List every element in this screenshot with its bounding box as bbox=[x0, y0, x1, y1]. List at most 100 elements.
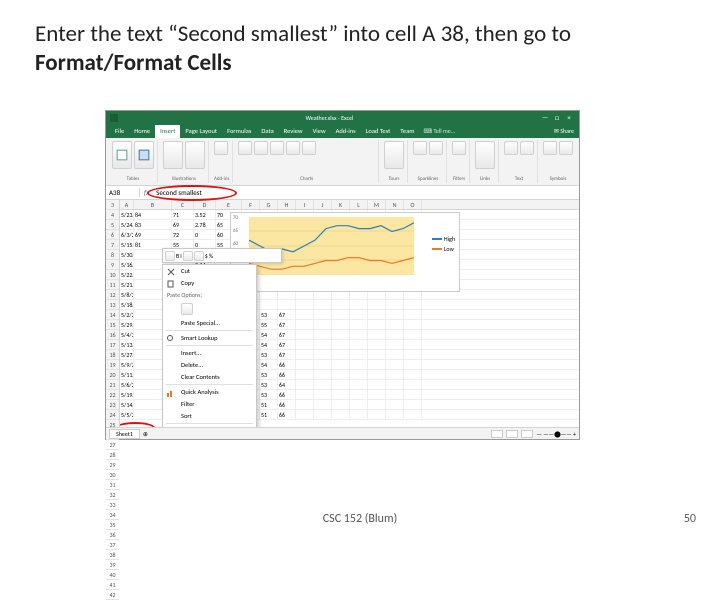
cell[interactable] bbox=[350, 350, 368, 359]
col-header[interactable]: C bbox=[172, 200, 194, 209]
cell[interactable] bbox=[296, 390, 314, 399]
col-header[interactable]: L bbox=[350, 200, 368, 209]
cell[interactable] bbox=[386, 310, 404, 319]
tab-team[interactable]: Team bbox=[395, 125, 419, 138]
cell[interactable] bbox=[296, 300, 314, 309]
row-header[interactable]: 24 bbox=[106, 410, 119, 420]
cell[interactable] bbox=[332, 380, 350, 389]
col-header[interactable]: B bbox=[134, 200, 172, 209]
cell[interactable]: 53 bbox=[260, 350, 278, 359]
cell[interactable] bbox=[404, 370, 422, 379]
col-header[interactable]: K bbox=[332, 200, 350, 209]
ctx-filter[interactable]: Filter bbox=[163, 398, 256, 410]
cell[interactable]: 5/2/2 bbox=[120, 310, 134, 319]
shapes-icon[interactable] bbox=[185, 141, 205, 169]
cell[interactable] bbox=[314, 330, 332, 339]
row-header[interactable]: 42 bbox=[106, 590, 119, 600]
row-header[interactable]: 3 bbox=[106, 200, 119, 210]
col-header[interactable]: D bbox=[194, 200, 216, 209]
page-break-button[interactable] bbox=[521, 430, 533, 438]
cell[interactable] bbox=[386, 340, 404, 349]
cell[interactable] bbox=[314, 300, 332, 309]
row-header[interactable]: 16 bbox=[106, 330, 119, 340]
ctx-delete[interactable]: Delete... bbox=[163, 359, 256, 371]
cell[interactable]: 54 bbox=[260, 360, 278, 369]
cell[interactable] bbox=[386, 410, 404, 419]
cell[interactable] bbox=[332, 300, 350, 309]
cell[interactable] bbox=[296, 310, 314, 319]
fx-icon[interactable]: fx bbox=[140, 188, 153, 197]
cell[interactable] bbox=[332, 410, 350, 419]
tab-review[interactable]: Review bbox=[279, 125, 308, 138]
cell[interactable] bbox=[296, 350, 314, 359]
col-header[interactable]: M bbox=[368, 200, 386, 209]
cell[interactable] bbox=[368, 340, 386, 349]
cell[interactable]: 69 bbox=[134, 230, 172, 239]
mini-currency[interactable]: $ bbox=[205, 252, 208, 260]
cell[interactable]: 5/5/2 bbox=[120, 410, 134, 419]
row-header[interactable]: 13 bbox=[106, 300, 119, 310]
row-header[interactable]: 36 bbox=[106, 530, 119, 540]
row-header[interactable]: 6 bbox=[106, 230, 119, 240]
cell[interactable]: 72 bbox=[172, 230, 194, 239]
tab-page-layout[interactable]: Page Layout bbox=[180, 125, 222, 138]
mini-toolbar[interactable]: B I $ % bbox=[162, 248, 282, 263]
cell[interactable] bbox=[332, 310, 350, 319]
cell[interactable] bbox=[350, 320, 368, 329]
sheet-tab[interactable]: Sheet1 bbox=[109, 429, 140, 439]
formula-input[interactable]: Second smallest bbox=[153, 188, 579, 197]
cell[interactable] bbox=[368, 400, 386, 409]
tab-data[interactable]: Data bbox=[256, 125, 278, 138]
table-icon[interactable] bbox=[134, 141, 154, 169]
cell[interactable] bbox=[404, 390, 422, 399]
cell[interactable] bbox=[350, 410, 368, 419]
cell[interactable]: 5/8/2 bbox=[120, 290, 134, 299]
cell[interactable] bbox=[404, 410, 422, 419]
mini-font-icon[interactable] bbox=[165, 251, 175, 261]
cell[interactable] bbox=[314, 340, 332, 349]
tab-addins[interactable]: Add-ins bbox=[331, 125, 361, 138]
cell[interactable] bbox=[404, 320, 422, 329]
cell[interactable]: 69 bbox=[172, 220, 194, 229]
row-header[interactable]: 37 bbox=[106, 540, 119, 550]
cell[interactable] bbox=[350, 380, 368, 389]
cell[interactable]: 5/30/ bbox=[120, 250, 134, 259]
cell[interactable] bbox=[332, 320, 350, 329]
cell[interactable]: 83 bbox=[134, 220, 172, 229]
ctx-copy[interactable]: Copy bbox=[163, 277, 256, 289]
cell[interactable] bbox=[314, 360, 332, 369]
worksheet-grid[interactable]: 3456789101112131415161718192021222324252… bbox=[106, 200, 579, 427]
cell[interactable] bbox=[404, 400, 422, 409]
mini-border-icon[interactable] bbox=[194, 251, 204, 261]
row-header[interactable]: 31 bbox=[106, 480, 119, 490]
map-icon[interactable] bbox=[384, 141, 404, 169]
cell[interactable] bbox=[386, 320, 404, 329]
col-header[interactable]: N bbox=[386, 200, 404, 209]
cell[interactable]: 5/19/ bbox=[120, 390, 134, 399]
tab-insert[interactable]: Insert bbox=[155, 125, 180, 138]
col-header[interactable]: I bbox=[296, 200, 314, 209]
cell[interactable]: 5/23/2016 bbox=[120, 210, 134, 219]
row-header[interactable]: 22 bbox=[106, 390, 119, 400]
cell[interactable] bbox=[296, 380, 314, 389]
cell[interactable] bbox=[350, 330, 368, 339]
cell[interactable] bbox=[386, 400, 404, 409]
row-header[interactable]: 8 bbox=[106, 250, 119, 260]
cell[interactable]: 67 bbox=[278, 340, 296, 349]
cell[interactable] bbox=[368, 380, 386, 389]
row-header[interactable]: 10 bbox=[106, 270, 119, 280]
row-header[interactable]: 32 bbox=[106, 490, 119, 500]
ctx-paste-special[interactable]: Paste Special... bbox=[163, 317, 256, 329]
cell[interactable] bbox=[404, 360, 422, 369]
cell[interactable]: 54 bbox=[260, 330, 278, 339]
cell[interactable] bbox=[296, 320, 314, 329]
sparkcol-icon[interactable] bbox=[429, 141, 443, 155]
col-header[interactable]: F bbox=[242, 200, 260, 209]
cell[interactable]: 53 bbox=[260, 380, 278, 389]
cell[interactable]: 67 bbox=[278, 310, 296, 319]
normal-view-button[interactable] bbox=[491, 430, 503, 438]
cell[interactable] bbox=[314, 350, 332, 359]
cell[interactable]: 64 bbox=[278, 380, 296, 389]
cell[interactable]: 2.78 bbox=[194, 220, 216, 229]
tab-view[interactable]: View bbox=[308, 125, 331, 138]
